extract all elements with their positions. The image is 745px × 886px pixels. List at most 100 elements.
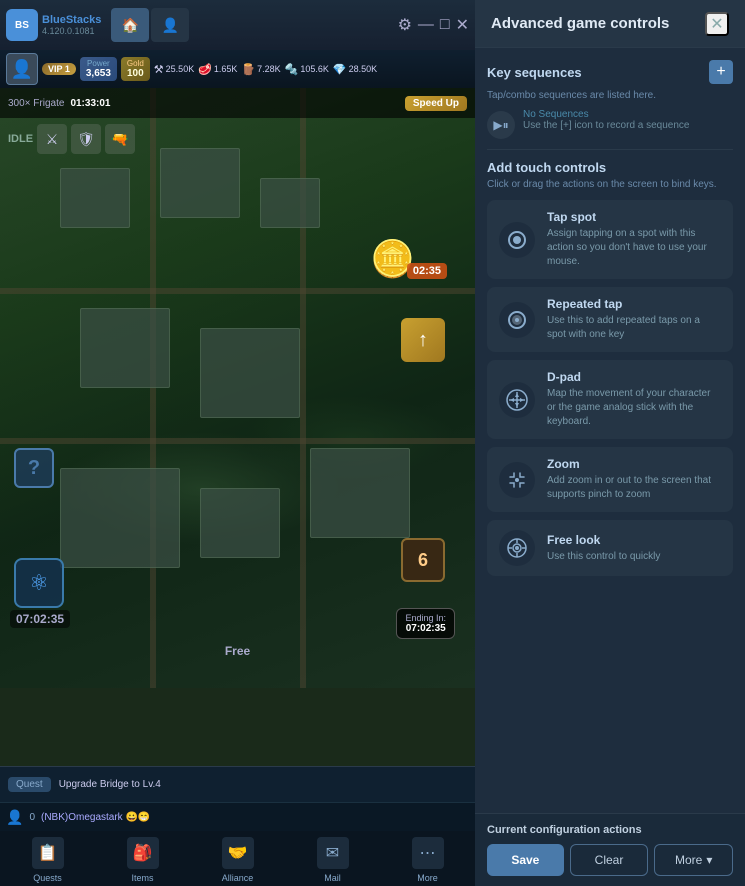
building-2 (160, 148, 240, 218)
tap-spot-text: Tap spot Assign tapping on a spot with t… (547, 210, 721, 269)
zoom-desc: Add zoom in or out to the screen that su… (547, 474, 721, 502)
building-8 (310, 448, 410, 538)
tab-home[interactable]: 🏠 (111, 8, 149, 42)
eye-icon (499, 530, 535, 566)
res2: 🥩 1.65K (198, 63, 237, 76)
bs-name: BlueStacks (42, 14, 101, 26)
zoom-title: Zoom (547, 457, 721, 471)
tab-icons: 🏠 👤 (111, 8, 189, 42)
footer-actions: Save Clear More ▾ (487, 844, 733, 876)
player-score: 0 (29, 812, 35, 823)
top-bar: BS BlueStacks 4.120.0.1081 🏠 👤 ⚙ — □ ✕ (0, 0, 475, 50)
ending-label: Ending In: (405, 613, 446, 623)
save-button[interactable]: Save (487, 844, 564, 876)
idle-icon-1[interactable]: ⚔ (37, 124, 67, 154)
arrow-button[interactable]: ↑ (401, 318, 445, 362)
bottom-nav: 📋 Quests 🎒 Items 🤝 Alliance ✉ (0, 831, 475, 886)
quest-tag: Quest (8, 777, 51, 792)
nav-item-quests[interactable]: 📋 Quests (0, 831, 95, 886)
num-badge: 6 (401, 538, 445, 582)
power-label: Power (86, 59, 111, 68)
no-seq-icon: ▶⏸ (487, 111, 515, 139)
key-sequences-title: Key sequences (487, 65, 709, 80)
free-look-card[interactable]: Free look Use this control to quickly (487, 520, 733, 576)
clear-button[interactable]: Clear (570, 844, 649, 876)
repeated-tap-card[interactable]: Repeated tap Use this to add repeated ta… (487, 287, 733, 352)
dpad-card[interactable]: D-pad Map the movement of your character… (487, 360, 733, 439)
res4: 🔩 105.6K (285, 63, 329, 76)
tap-spot-card[interactable]: Tap spot Assign tapping on a spot with t… (487, 200, 733, 279)
no-seq-hint: Use the [+] icon to record a sequence (523, 120, 690, 131)
bs-icon: BS (6, 9, 38, 41)
touch-controls-title: Add touch controls (487, 160, 733, 175)
resource-bar: 👤 VIP 1 Power 3,653 Gold 100 ⚒ 25.50K 🥩 … (0, 50, 475, 88)
zoom-card[interactable]: Zoom Add zoom in or out to the screen th… (487, 447, 733, 512)
tap-spot-title: Tap spot (547, 210, 721, 224)
quest-bar: Quest Upgrade Bridge to Lv.4 (0, 767, 475, 803)
ending-time: 07:02:35 (405, 623, 446, 634)
more-nav-icon: ⋯ (412, 837, 444, 869)
idle-icon-3[interactable]: 🔫 (105, 124, 135, 154)
idle-icon-2[interactable]: 🛡 (71, 124, 101, 154)
dpad-icon (499, 382, 535, 418)
panel-footer: Current configuration actions Save Clear… (475, 813, 745, 886)
frigate-label: 300× Frigate (8, 98, 64, 109)
road-h2 (0, 438, 475, 444)
free-look-title: Free look (547, 533, 721, 547)
nav-icon-wrap-quests: 📋 (30, 835, 66, 871)
settings-icon[interactable]: ⚙ (398, 15, 412, 35)
res1: ⚒ 25.50K (154, 63, 194, 76)
power-value: 3,653 (86, 68, 111, 79)
alliance-icon: 🤝 (222, 837, 254, 869)
game-body: 🪙 300× Frigate 01:33:01 Speed Up IDLE ⚔ … (0, 88, 475, 688)
speed-up-button[interactable]: Speed Up (405, 96, 467, 111)
dpad-text: D-pad Map the movement of your character… (547, 370, 721, 429)
close-window-icon[interactable]: ✕ (456, 15, 469, 35)
nav-item-mail[interactable]: ✉ Mail (285, 831, 380, 886)
nav-label-quests: Quests (33, 873, 62, 883)
quests-icon: 📋 (32, 837, 64, 869)
no-sequences-row: ▶⏸ No Sequences Use the [+] icon to reco… (487, 109, 733, 139)
quest-text: Upgrade Bridge to Lv.4 (59, 779, 161, 790)
nav-item-items[interactable]: 🎒 Items (95, 831, 190, 886)
free-look-desc: Use this control to quickly (547, 550, 721, 564)
road-h1 (0, 288, 475, 294)
maximize-icon[interactable]: □ (440, 16, 450, 34)
gold-label: Gold (127, 59, 144, 68)
tap-spot-icon (499, 222, 535, 258)
nav-item-more[interactable]: ⋯ More (380, 831, 475, 886)
nav-icon-wrap-alliance: 🤝 (220, 835, 256, 871)
frigate-bar: 300× Frigate 01:33:01 Speed Up (0, 88, 475, 118)
panel-header: Advanced game controls ✕ (475, 0, 745, 48)
bottom-timer: 07:02:35 (10, 610, 70, 628)
more-button[interactable]: More ▾ (654, 844, 733, 876)
panel-close-button[interactable]: ✕ (705, 12, 729, 36)
atom-button[interactable]: ⚛ (14, 558, 64, 608)
nav-label-mail: Mail (324, 873, 341, 883)
dpad-title: D-pad (547, 370, 721, 384)
building-6 (60, 468, 180, 568)
power-box: Power 3,653 (80, 57, 117, 81)
no-seq-text-block: No Sequences Use the [+] icon to record … (523, 109, 690, 131)
bs-version: 4.120.0.1081 (42, 26, 101, 36)
nav-icon-wrap-more: ⋯ (410, 835, 446, 871)
building-4 (80, 308, 170, 388)
repeated-tap-title: Repeated tap (547, 297, 721, 311)
vip-badge: VIP 1 (42, 63, 76, 75)
items-icon: 🎒 (127, 837, 159, 869)
free-label: Free (225, 644, 250, 658)
add-sequence-button[interactable]: + (709, 60, 733, 84)
nav-item-alliance[interactable]: 🤝 Alliance (190, 831, 285, 886)
repeated-tap-text: Repeated tap Use this to add repeated ta… (547, 297, 721, 342)
zoom-text: Zoom Add zoom in or out to the screen th… (547, 457, 721, 502)
tab-profile[interactable]: 👤 (151, 8, 189, 42)
player-bar: 👤 0 (NBK)Omegastark 😀😁 (0, 803, 475, 831)
player-name: (NBK)Omegastark 😀😁 (41, 812, 150, 823)
minimize-icon[interactable]: — (418, 16, 434, 34)
idle-row: IDLE ⚔ 🛡 🔫 (0, 120, 143, 158)
question-button[interactable]: ? (14, 448, 54, 488)
ending-badge: Ending In: 07:02:35 (396, 608, 455, 639)
more-chevron-icon: ▾ (706, 853, 712, 867)
center-timer: 02:35 (407, 263, 447, 279)
building-5 (200, 328, 300, 418)
